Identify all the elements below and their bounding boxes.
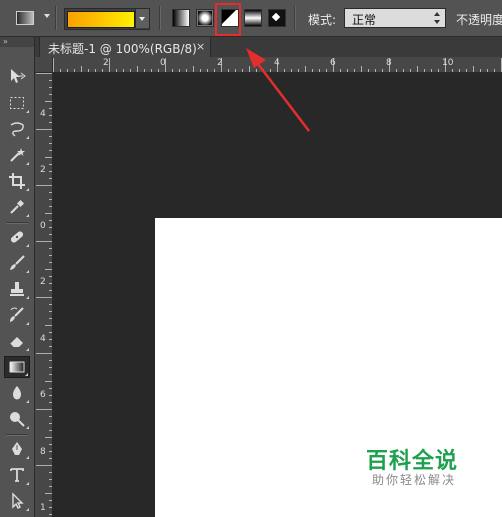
annotation-arrow (246, 48, 310, 132)
watermark-subtitle: 助你轻松解决 (372, 473, 457, 487)
